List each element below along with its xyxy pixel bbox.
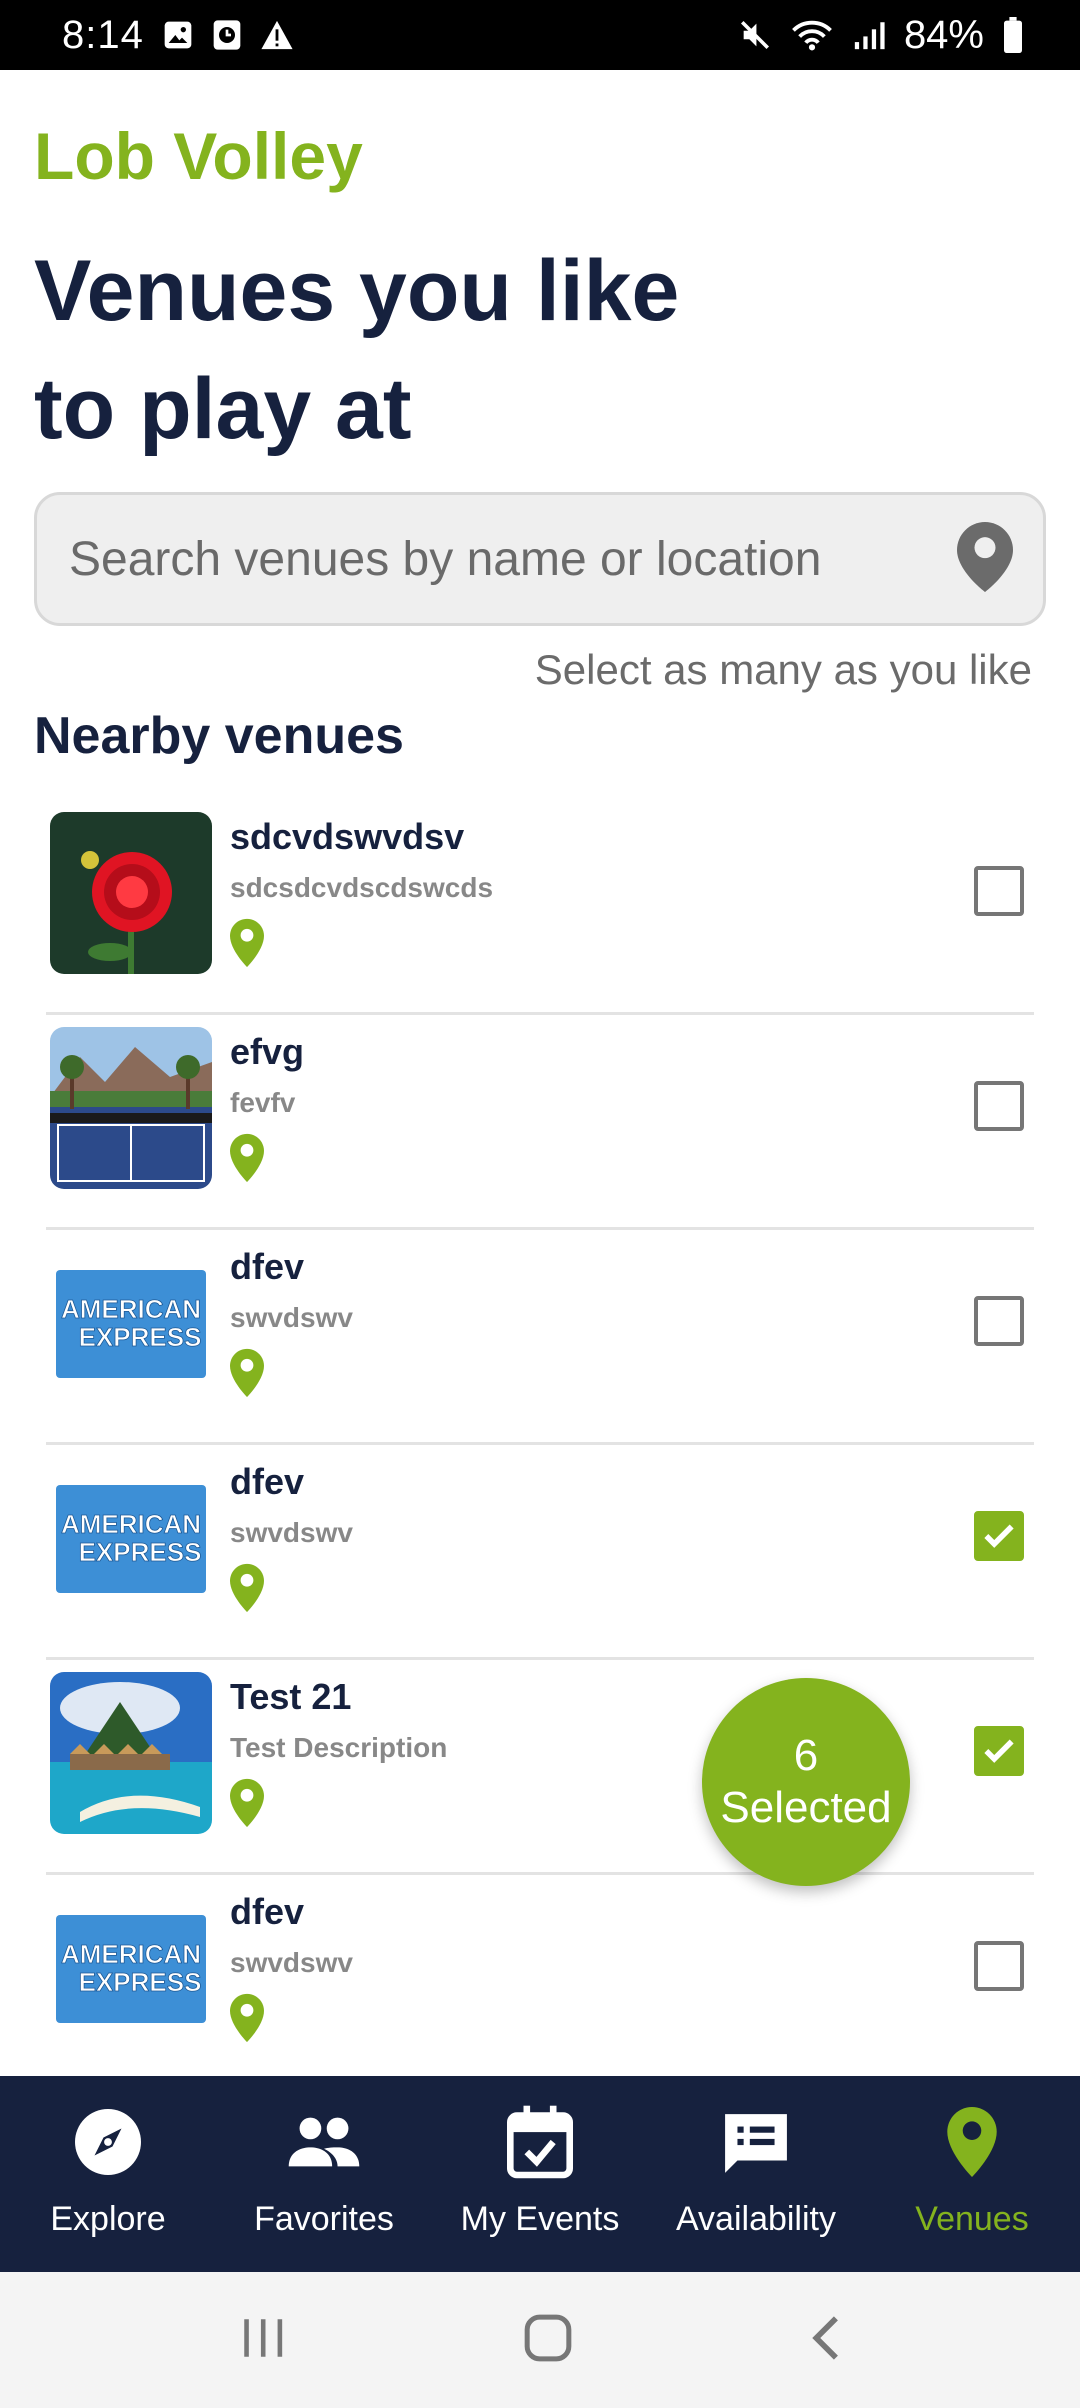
image-icon <box>162 19 194 51</box>
amex-logo-line1: AMERICAN <box>61 1509 201 1539</box>
status-right: 84% <box>738 13 1024 58</box>
location-pin-icon <box>230 1563 264 1618</box>
venue-image-flower <box>50 812 212 974</box>
bottom-nav: Explore Favorites My Events Availability… <box>0 2076 1080 2272</box>
venue-description: sdcsdcvdscdswcds <box>230 872 494 903</box>
nav-label: My Events <box>460 2200 620 2238</box>
venue-description: Test Description <box>230 1732 448 1763</box>
nav-label: Availability <box>675 2200 836 2238</box>
warning-icon <box>260 19 294 51</box>
venue-checkbox[interactable] <box>974 866 1024 916</box>
nav-my-events[interactable]: My Events <box>432 2076 648 2272</box>
battery-icon <box>1002 17 1024 53</box>
nav-explore[interactable]: Explore <box>0 2076 216 2272</box>
venue-name: dfev <box>230 1461 305 1502</box>
status-left: 8:14 <box>62 13 294 58</box>
venue-name: efvg <box>230 1031 305 1072</box>
venue-description: swvdswv <box>230 1517 353 1548</box>
select-hint: Select as many as you like <box>534 646 1032 693</box>
venue-item[interactable]: AMERICAN EXPRESS dfev swvdswv <box>46 1445 1034 1660</box>
selected-count: 6 <box>793 1731 819 1780</box>
nav-label: Explore <box>50 2200 166 2238</box>
venue-item[interactable]: sdcvdswvdsv sdcsdcvdscdswcds <box>46 800 1034 1015</box>
app-brand: Lob Volley <box>34 119 363 193</box>
location-pin-icon <box>230 1133 264 1188</box>
status-time: 8:14 <box>62 12 144 57</box>
venue-checkbox[interactable] <box>974 1296 1024 1346</box>
venue-item[interactable]: AMERICAN EXPRESS dfev swvdswv <box>46 1875 1034 2090</box>
compass-icon <box>72 2104 144 2180</box>
mute-icon <box>738 18 772 52</box>
checkmark-icon <box>984 1524 1014 1548</box>
people-icon <box>286 2104 362 2180</box>
venue-checkbox[interactable] <box>974 1081 1024 1131</box>
venue-item[interactable]: efvg fevfv <box>46 1015 1034 1230</box>
nav-favorites[interactable]: Favorites <box>216 2076 432 2272</box>
venue-name: sdcvdswvdsv <box>230 816 465 857</box>
venue-name: dfev <box>230 1891 305 1932</box>
location-pin-icon <box>230 1348 264 1403</box>
location-pin-icon <box>230 1778 264 1833</box>
back-icon[interactable] <box>808 2314 842 2367</box>
status-bar: 8:14 84% <box>0 0 1080 70</box>
clock-app-icon <box>212 19 242 51</box>
venue-image-amex-logo: AMERICAN EXPRESS <box>50 1887 212 2049</box>
venue-image-amex-logo: AMERICAN EXPRESS <box>50 1242 212 1404</box>
venue-description: swvdswv <box>230 1947 353 1978</box>
selected-count-button[interactable]: 6 Selected <box>702 1678 910 1886</box>
venue-checkbox[interactable] <box>974 1941 1024 1991</box>
venue-list: sdcvdswvdsv sdcsdcvdscdswcds efvg fevfv … <box>46 800 1034 2090</box>
venue-image-tennis-court <box>50 1027 212 1189</box>
nav-availability[interactable]: Availability <box>648 2076 864 2272</box>
venue-image-amex-logo: AMERICAN EXPRESS <box>50 1457 212 1619</box>
signal-icon <box>852 19 886 51</box>
amex-logo-line2: EXPRESS <box>79 1967 202 1997</box>
venue-description: swvdswv <box>230 1302 353 1333</box>
venue-checkbox-checked[interactable] <box>974 1511 1024 1561</box>
section-title: Nearby venues <box>34 707 404 765</box>
system-nav <box>0 2272 1080 2408</box>
venue-name: Test 21 <box>230 1676 352 1717</box>
amex-logo-line1: AMERICAN <box>61 1294 201 1324</box>
recents-icon[interactable] <box>238 2315 288 2366</box>
location-pin-icon <box>230 1993 264 2048</box>
location-pin-icon[interactable] <box>957 521 1013 597</box>
selected-label: Selected <box>720 1783 892 1832</box>
home-icon[interactable] <box>523 2313 573 2368</box>
calendar-check-icon <box>507 2104 573 2180</box>
venue-description: fevfv <box>230 1087 296 1118</box>
nav-label: Favorites <box>254 2200 394 2238</box>
chat-list-icon <box>722 2104 790 2180</box>
amex-logo-line1: AMERICAN <box>61 1939 201 1969</box>
amex-logo-line2: EXPRESS <box>79 1537 202 1567</box>
nav-venues[interactable]: Venues <box>864 2076 1080 2272</box>
wifi-icon <box>790 18 834 52</box>
venue-item[interactable]: AMERICAN EXPRESS dfev swvdswv <box>46 1230 1034 1445</box>
location-pin-icon <box>947 2104 997 2180</box>
venue-checkbox-checked[interactable] <box>974 1726 1024 1776</box>
amex-logo-line2: EXPRESS <box>79 1322 202 1352</box>
checkmark-icon <box>984 1739 1014 1763</box>
nav-label: Venues <box>915 2200 1029 2238</box>
page-title: Venues you like to play at <box>34 243 680 457</box>
venue-image-tropical-island <box>50 1672 212 1834</box>
venue-name: dfev <box>230 1246 305 1287</box>
search-box[interactable] <box>34 492 1046 626</box>
location-pin-icon <box>230 918 264 973</box>
battery-percent: 84% <box>903 12 984 57</box>
search-input[interactable] <box>69 531 949 587</box>
